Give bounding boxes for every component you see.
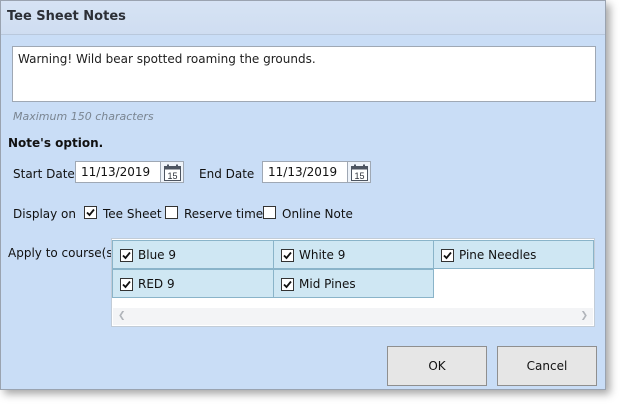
end-date-input[interactable]: 11/13/2019 xyxy=(262,161,348,183)
dialog-title: Tee Sheet Notes xyxy=(7,9,126,24)
course-checkbox[interactable] xyxy=(120,249,133,262)
course-checkbox[interactable] xyxy=(441,249,454,262)
course-checkbox[interactable] xyxy=(281,278,294,291)
title-bar[interactable]: Tee Sheet Notes xyxy=(1,1,605,35)
tee-sheet-notes-dialog: Tee Sheet Notes Warning! Wild bear spott… xyxy=(0,0,606,390)
course-item-white-9[interactable]: White 9 xyxy=(273,240,434,269)
max-chars-hint: Maximum 150 characters xyxy=(13,110,154,123)
course-item-blue-9[interactable]: Blue 9 xyxy=(112,240,274,269)
online-note-label: Online Note xyxy=(282,207,353,221)
tee-sheet-label: Tee Sheet xyxy=(103,207,162,221)
start-date-input[interactable]: 11/13/2019 xyxy=(75,161,161,183)
chevron-right-icon[interactable]: ❯ xyxy=(580,311,588,321)
course-item-mid-pines[interactable]: Mid Pines xyxy=(273,269,434,298)
horizontal-scrollbar[interactable]: ❮ ❯ xyxy=(113,308,593,325)
chevron-left-icon[interactable]: ❮ xyxy=(118,311,126,321)
course-list-panel: Blue 9 White 9 Pine Needles RED 9 Mid Pi… xyxy=(111,238,595,327)
checkmark-icon xyxy=(443,251,452,260)
course-label: White 9 xyxy=(299,248,346,262)
reserve-time-label: Reserve time xyxy=(184,207,264,221)
course-label: Pine Needles xyxy=(459,248,537,262)
svg-text:15: 15 xyxy=(354,171,364,181)
online-note-checkbox[interactable] xyxy=(263,206,276,219)
checkmark-icon xyxy=(86,208,95,217)
tee-sheet-checkbox[interactable] xyxy=(84,206,97,219)
calendar-icon: 15 xyxy=(164,164,181,181)
reserve-time-checkbox[interactable] xyxy=(165,206,178,219)
course-label: Blue 9 xyxy=(138,248,177,262)
checkmark-icon xyxy=(122,251,131,260)
course-checkbox[interactable] xyxy=(281,249,294,262)
checkmark-icon xyxy=(283,280,292,289)
display-on-label: Display on xyxy=(13,207,76,221)
apply-to-courses-label: Apply to course(s): xyxy=(8,246,122,260)
options-heading: Note's option. xyxy=(8,136,104,150)
course-item-pine-needles[interactable]: Pine Needles xyxy=(433,240,594,269)
course-label: RED 9 xyxy=(138,277,175,291)
checkmark-icon xyxy=(283,251,292,260)
calendar-icon: 15 xyxy=(351,164,368,181)
note-textarea[interactable]: Warning! Wild bear spotted roaming the g… xyxy=(12,46,596,102)
course-checkbox[interactable] xyxy=(120,278,133,291)
start-date-calendar-button[interactable]: 15 xyxy=(160,161,184,183)
checkmark-icon xyxy=(122,280,131,289)
cancel-button[interactable]: Cancel xyxy=(497,346,597,386)
end-date-calendar-button[interactable]: 15 xyxy=(347,161,371,183)
start-date-label: Start Date xyxy=(13,167,75,181)
course-label: Mid Pines xyxy=(299,277,356,291)
ok-button[interactable]: OK xyxy=(387,346,487,386)
svg-text:15: 15 xyxy=(167,171,177,181)
course-item-red-9[interactable]: RED 9 xyxy=(112,269,274,298)
end-date-label: End Date xyxy=(199,167,255,181)
